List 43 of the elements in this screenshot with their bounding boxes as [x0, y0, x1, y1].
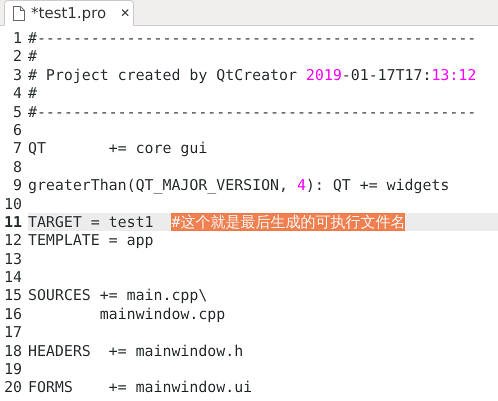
code-text: # Project created by QtCreator — [28, 66, 298, 84]
code-text: # — [28, 47, 37, 66]
line-number: 19 — [3, 360, 22, 378]
code-text: # — [28, 84, 37, 103]
line-number: 9 — [12, 176, 22, 195]
line-number: 13 — [3, 250, 22, 268]
close-button[interactable]: ✕ — [120, 4, 130, 22]
line-number: 6 — [12, 120, 22, 140]
number-literal: 4 — [296, 176, 306, 195]
code-text: -01-17T17: — [342, 66, 432, 84]
line-number: 3 — [12, 66, 22, 84]
code-text: QT += core gui — [28, 139, 208, 158]
code-text: SOURCES += main.cpp\ — [28, 286, 208, 305]
line-number: 18 — [3, 342, 22, 360]
line-number: 2 — [12, 47, 22, 66]
code-text: mainwindow.cpp — [98, 304, 226, 324]
tab-title: *test1.pro — [31, 2, 106, 24]
code-text: TARGET = test1 — [28, 212, 155, 232]
line-number: 20 — [3, 378, 22, 397]
line-number: 1 — [12, 29, 22, 48]
code-text: ): QT += widgets — [306, 176, 450, 195]
code-text: #------------------------------------------------- — [28, 102, 476, 121]
number-literal: 2019 — [306, 66, 342, 84]
highlighted-comment: #这个就是最后生成的可执行文件名 — [171, 212, 406, 232]
line-number: 4 — [12, 84, 22, 103]
line-number: 5 — [12, 102, 22, 121]
code-text: HEADERS += mainwindow.h — [28, 342, 244, 360]
file-tab[interactable]: *test1.pro ✕ — [4, 0, 134, 26]
document-icon — [13, 6, 25, 20]
line-number: 8 — [12, 158, 22, 176]
line-number: 17 — [3, 323, 22, 342]
line-number: 15 — [3, 286, 22, 305]
line-number: 16 — [3, 304, 22, 324]
line-number: 14 — [3, 268, 22, 286]
code-text: TEMPLATE = app — [28, 231, 154, 250]
code-text: FORMS += mainwindow.ui — [28, 378, 252, 397]
line-number: 12 — [3, 231, 22, 250]
code-text: #------------------------------------------------- — [28, 29, 476, 48]
line-number: 11 — [3, 212, 22, 232]
line-number: 10 — [3, 194, 22, 213]
number-literal: 13:12 — [431, 66, 476, 84]
line-number: 7 — [12, 139, 22, 158]
code-text: greaterThan(QT_MAJOR_VERSION, — [28, 176, 289, 195]
